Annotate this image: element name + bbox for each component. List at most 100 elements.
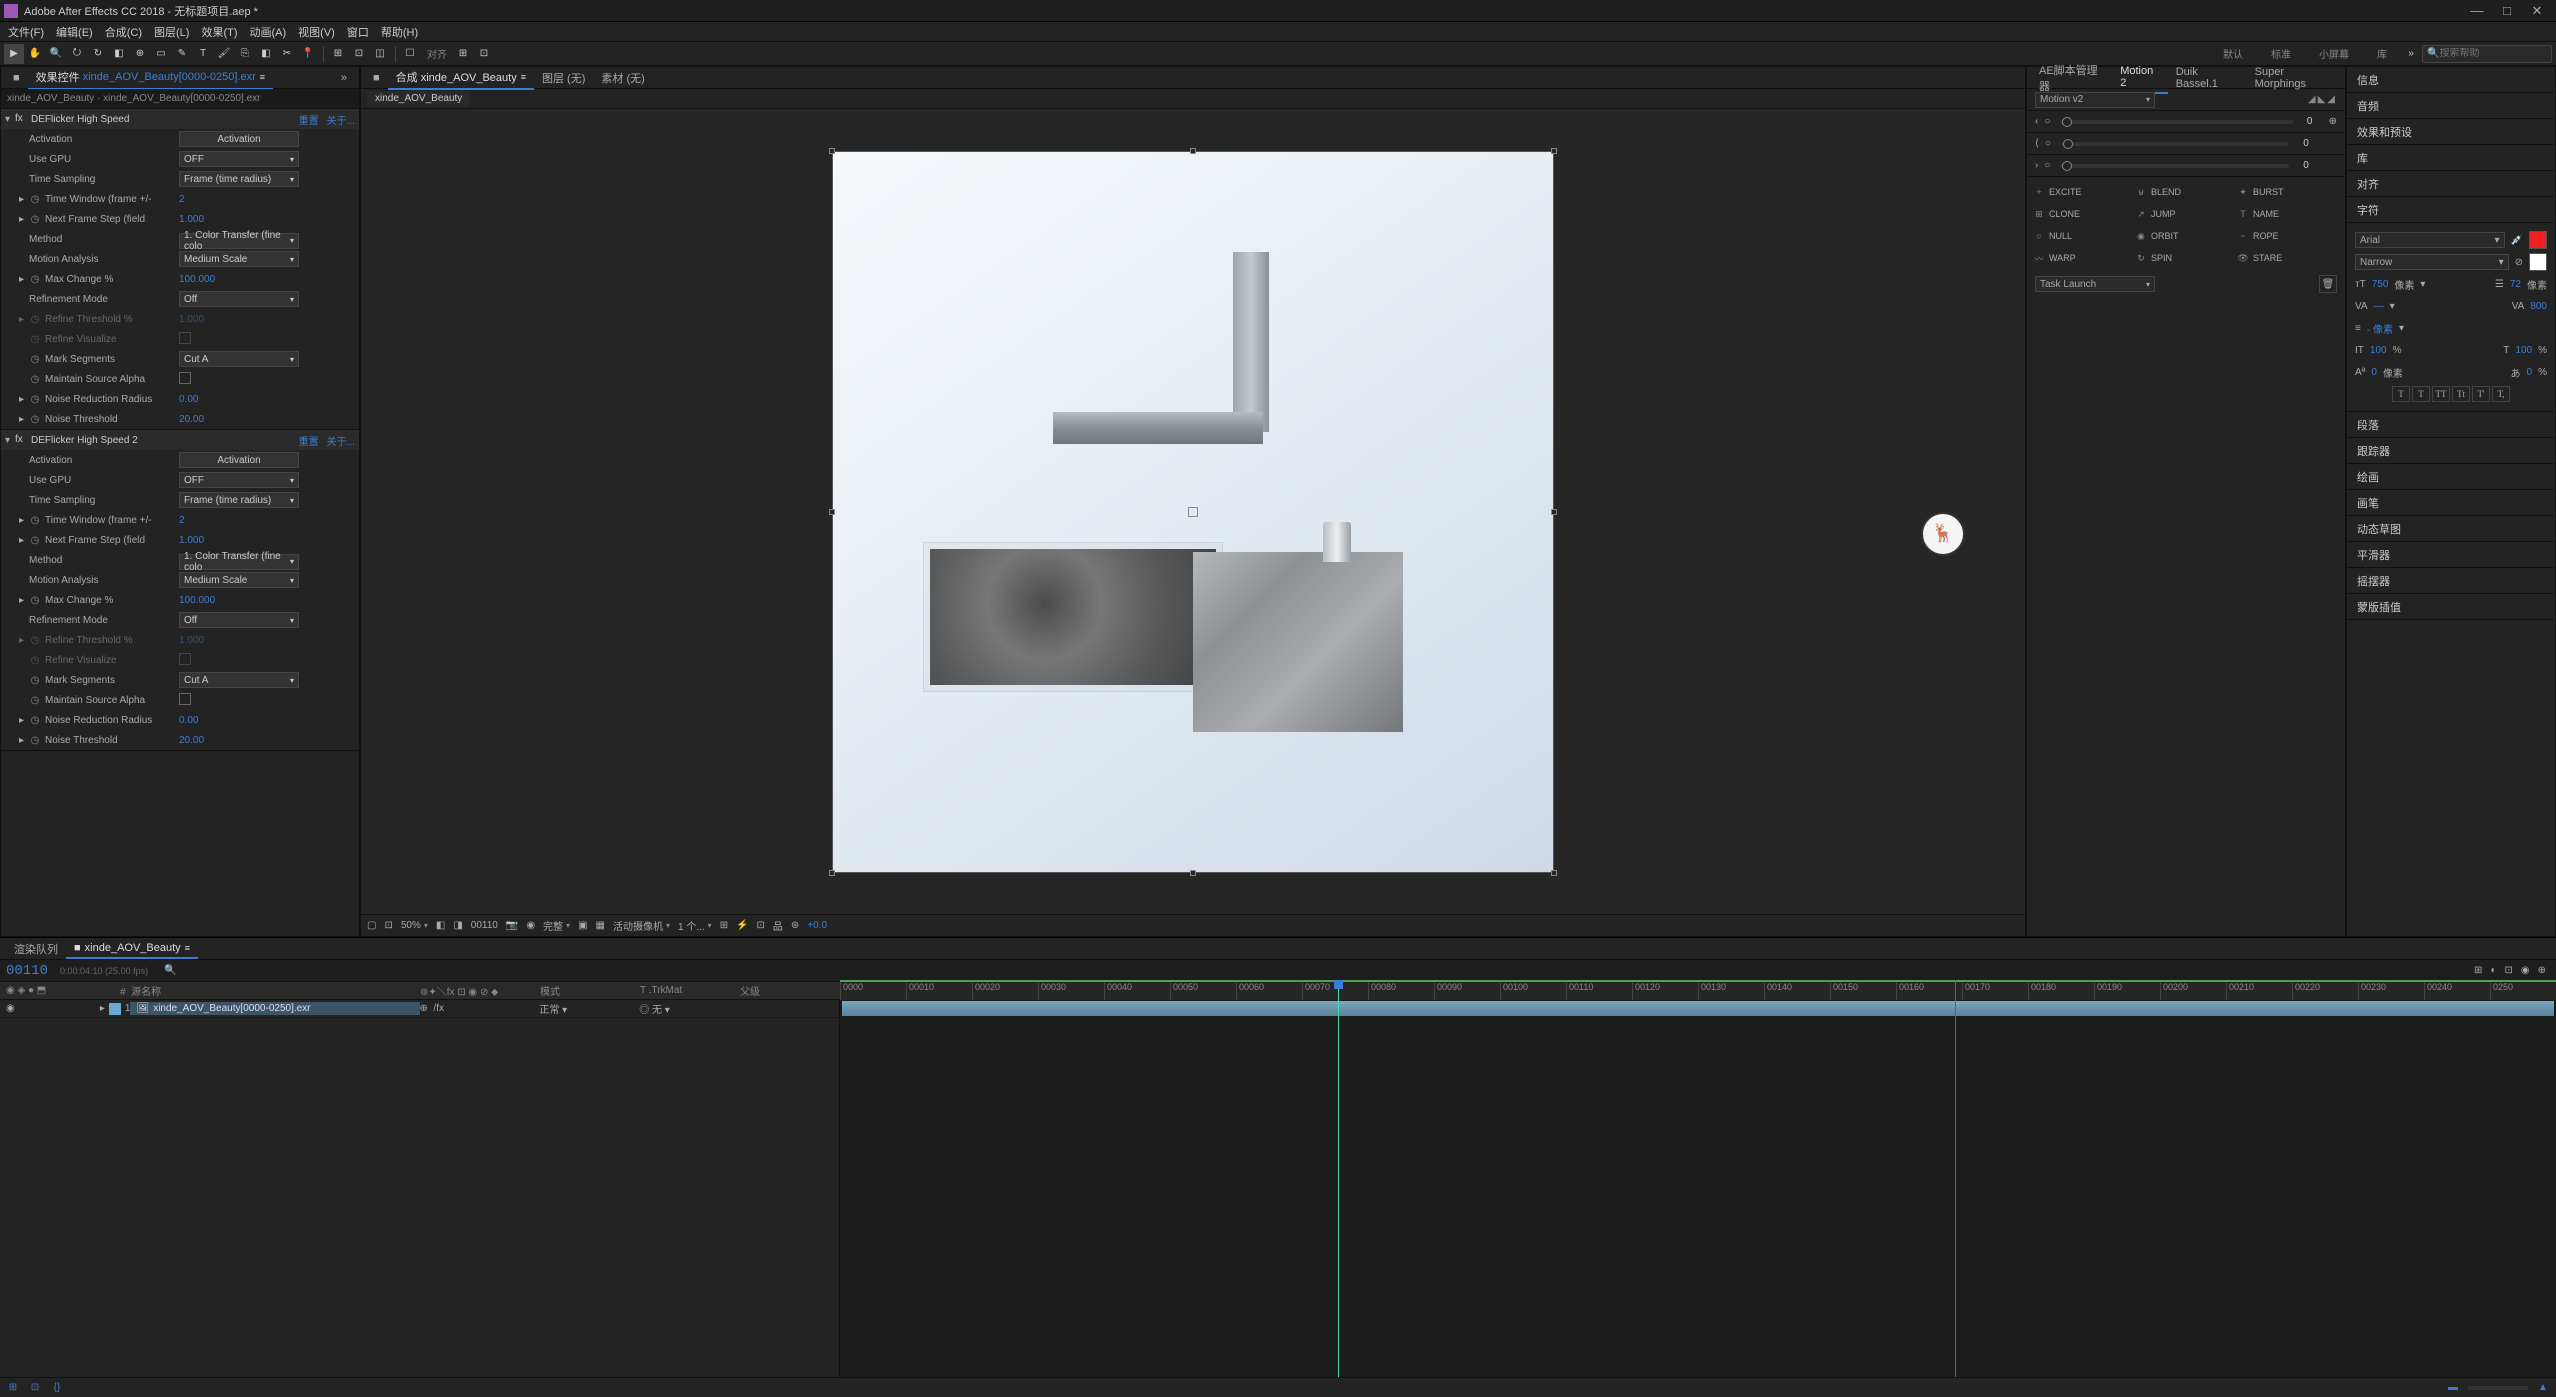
prop-twirl-icon[interactable]: ▸ <box>19 394 29 405</box>
menu-item[interactable]: 帮助(H) <box>375 22 424 42</box>
roi-icon[interactable]: ▣ <box>578 920 587 931</box>
fx-enable-checkbox[interactable]: fx <box>15 113 27 125</box>
prop-dropdown[interactable]: Off▾ <box>179 291 299 307</box>
panel-header-蒙版插值[interactable]: 蒙版插值 <box>2347 594 2555 620</box>
workspace-item[interactable]: 标准 <box>2257 46 2305 61</box>
motion-warp-button[interactable]: 〰WARP <box>2033 247 2135 269</box>
slider-value[interactable]: 0 <box>2299 160 2313 171</box>
transparency-grid-icon[interactable]: ▦ <box>596 920 605 931</box>
flowchart-icon[interactable]: 品 <box>773 918 783 933</box>
zoom-slider-track[interactable] <box>2468 1386 2528 1390</box>
prop-twirl-icon[interactable]: ▸ <box>19 274 29 285</box>
menu-item[interactable]: 效果(T) <box>195 22 243 42</box>
leading-value[interactable]: 72 <box>2510 279 2521 290</box>
magnification-icon[interactable]: ⊡ <box>384 920 392 931</box>
prop-twirl-icon[interactable]: ▸ <box>19 515 29 526</box>
render-queue-tab[interactable]: 渲染队列 <box>6 938 66 960</box>
menu-item[interactable]: 视图(V) <box>292 22 341 42</box>
stopwatch-icon[interactable]: ◷ <box>29 193 41 205</box>
transform-handle[interactable] <box>1190 148 1196 154</box>
task-launch-dropdown[interactable]: Task Launch▾ <box>2035 276 2155 292</box>
resolution-quarter-icon[interactable]: ◨ <box>453 920 462 931</box>
prop-twirl-icon[interactable]: ▸ <box>19 194 29 205</box>
work-area-end[interactable] <box>1955 980 1956 1397</box>
prop-twirl-icon[interactable]: ▸ <box>19 735 29 746</box>
motion-clone-button[interactable]: ⊞CLONE <box>2033 203 2135 225</box>
motion-slider[interactable] <box>2061 142 2289 146</box>
prop-value[interactable]: 0.00 <box>179 394 198 405</box>
composition-viewer[interactable]: 🦌 <box>361 109 2025 914</box>
stopwatch-icon[interactable]: ◷ <box>29 734 41 746</box>
fx-enable-checkbox[interactable]: fx <box>15 434 27 446</box>
current-timecode[interactable]: 00110 <box>6 963 48 979</box>
stroke-width-value[interactable]: - 像素 <box>2367 321 2393 336</box>
stopwatch-icon[interactable]: ◷ <box>29 674 41 686</box>
zoom-slider-out-icon[interactable]: ▬ <box>2446 1381 2460 1395</box>
hscale-value[interactable]: 100 <box>2515 345 2532 356</box>
snap-opt2-icon[interactable]: ⊡ <box>474 44 494 64</box>
workspace-menu-icon[interactable]: » <box>2401 44 2421 64</box>
eyedropper-icon[interactable]: 💉 <box>2511 235 2523 246</box>
exposure-value[interactable]: +0.0 <box>807 920 827 931</box>
tl-opt2-icon[interactable]: ◐ <box>2490 965 2496 976</box>
prop-twirl-icon[interactable]: ▸ <box>19 535 29 546</box>
resolution-dropdown[interactable]: 完整▾ <box>543 918 570 933</box>
stopwatch-icon[interactable]: ◷ <box>29 534 41 546</box>
prop-twirl-icon[interactable]: ▸ <box>19 635 29 646</box>
motion-slider[interactable] <box>2060 164 2289 168</box>
snap-opt1-icon[interactable]: ⊞ <box>453 44 473 64</box>
fx-name[interactable]: DEFlicker High Speed <box>31 114 299 125</box>
panel-header-画笔[interactable]: 画笔 <box>2347 490 2555 516</box>
stopwatch-icon[interactable]: ◷ <box>29 273 41 285</box>
zoom-tool[interactable]: 🔍 <box>46 44 66 64</box>
rotate-tool[interactable]: ↻ <box>88 44 108 64</box>
stopwatch-icon[interactable]: ◷ <box>29 333 41 345</box>
fx-twirl-icon[interactable]: ▾ <box>5 114 15 125</box>
slider-knob-icon[interactable]: ○ <box>2044 160 2050 171</box>
transform-handle[interactable] <box>1190 870 1196 876</box>
timeline-comp-tab[interactable]: ■xinde_AOV_Beauty ≡ <box>66 939 198 959</box>
hand-tool[interactable]: ✋ <box>25 44 45 64</box>
fill-color-swatch[interactable] <box>2529 231 2547 249</box>
motion-spin-button[interactable]: ↻SPIN <box>2135 247 2237 269</box>
fx-reset-link[interactable]: 重置 <box>299 112 319 127</box>
comp-tab[interactable]: 图层 (无) <box>534 67 593 89</box>
prop-twirl-icon[interactable]: ▸ <box>19 314 29 325</box>
font-weight-dropdown[interactable]: Narrow▾ <box>2355 254 2509 270</box>
view-layout-dropdown[interactable]: 1 个...▾ <box>678 918 712 933</box>
text-style-button[interactable]: T' <box>2472 386 2490 402</box>
pan-behind-tool[interactable]: ⊕ <box>130 44 150 64</box>
morphings-tab[interactable]: Super Morphings <box>2247 63 2341 93</box>
baseline-value[interactable]: 0 <box>2371 367 2377 378</box>
menu-item[interactable]: 窗口 <box>341 22 375 42</box>
puppet-tool[interactable]: 📍 <box>298 44 318 64</box>
prop-dropdown[interactable]: OFF▾ <box>179 472 299 488</box>
stopwatch-icon[interactable]: ◷ <box>29 594 41 606</box>
prop-value[interactable]: 1.000 <box>179 535 204 546</box>
anchor-center-icon[interactable]: ⊕ <box>2329 116 2337 127</box>
prop-dropdown[interactable]: 1. Color Transfer (fine colo▾ <box>179 233 299 249</box>
always-preview-icon[interactable]: ▢ <box>367 920 376 931</box>
stopwatch-icon[interactable]: ◷ <box>29 353 41 365</box>
tsume-value[interactable]: 0 <box>2527 367 2533 378</box>
prop-value[interactable]: 100.000 <box>179 595 215 606</box>
orbit-tool[interactable]: ⭮ <box>67 44 87 64</box>
prop-value[interactable]: 0.00 <box>179 715 198 726</box>
ec-icon-tab[interactable]: ■ <box>5 69 28 87</box>
motion-slider[interactable] <box>2060 120 2292 124</box>
snapshot-icon[interactable]: 📷 <box>506 920 518 931</box>
timeline-search-icon[interactable]: 🔍 <box>164 965 176 976</box>
trkmat-dropdown[interactable]: ◎ 无 ▾ <box>639 1005 670 1016</box>
text-style-button[interactable]: TT <box>2432 386 2450 402</box>
fx-about-link[interactable]: 关于... <box>327 112 355 127</box>
motion-excite-button[interactable]: +EXCITE <box>2033 181 2135 203</box>
pixel-aspect-icon[interactable]: ⊞ <box>720 920 728 931</box>
layer-color-swatch[interactable] <box>109 1003 121 1015</box>
snap-checkbox[interactable]: ☐ <box>400 44 420 64</box>
tl-opt1-icon[interactable]: ⊞ <box>2474 965 2482 976</box>
ec-tab-menu-icon[interactable]: ≡ <box>260 72 265 82</box>
comp-icon-tab[interactable]: ■ <box>365 69 388 87</box>
anchor-point-icon[interactable] <box>1188 507 1198 517</box>
prop-button[interactable]: Activation <box>179 131 299 147</box>
stopwatch-icon[interactable]: ◷ <box>29 654 41 666</box>
